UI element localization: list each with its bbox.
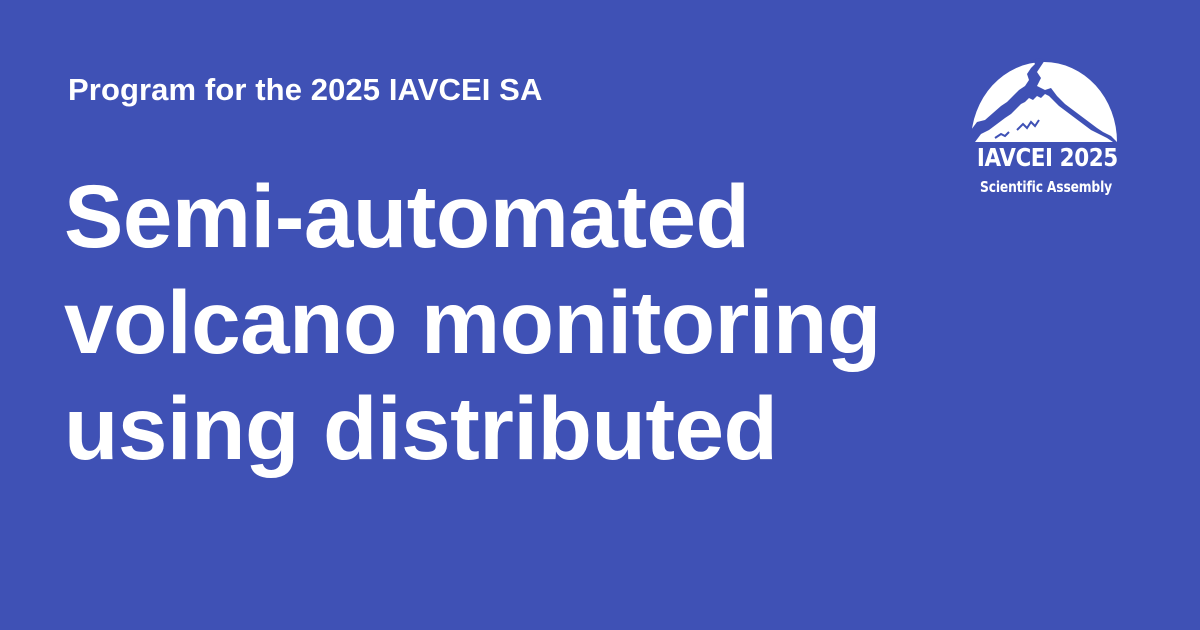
title-line-3: using distributed [64,378,778,478]
abstract-title: Semi-automated volcano monitoring using … [64,163,924,481]
iavcei-2025-logo: IAVCEI 2025 Scientific Assembly [966,58,1122,204]
title-line-2: volcano monitoring [64,272,881,372]
volcano-mountain-icon [971,58,1117,142]
social-card: Program for the 2025 IAVCEI SA Semi-auto… [0,0,1200,630]
logo-year-text: IAVCEI 2025 [976,143,1118,172]
title-line-1: Semi-automated [64,166,750,266]
program-kicker: Program for the 2025 IAVCEI SA [68,72,543,107]
logo-subtitle: Scientific Assembly [980,178,1112,196]
